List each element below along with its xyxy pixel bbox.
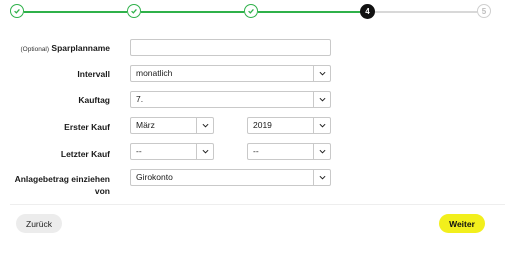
stepper-line-3 [258,11,361,13]
anlagebetrag-label-line1: Anlagebetrag einziehen [14,174,110,184]
anlagebetrag-label: Anlagebetrag einziehen von [15,173,110,197]
step-1-complete [10,4,24,18]
erster-kauf-year-select[interactable]: 2019 [247,117,331,134]
intervall-select[interactable]: monatlich [130,65,331,82]
stepper-line-4 [375,11,477,13]
kauftag-select[interactable]: 7. [130,91,331,108]
step-5-upcoming: 5 [477,4,491,18]
kauftag-label: Kauftag [78,95,110,105]
step-3-complete [244,4,258,18]
chevron-down-icon[interactable] [313,118,330,133]
check-icon [248,8,254,14]
letzter-kauf-label: Letzter Kauf [60,149,110,159]
anlagebetrag-label-line2: von [94,186,110,196]
step-2-complete [127,4,141,18]
letzter-kauf-month-select[interactable]: -- [130,143,214,160]
sparplanname-label-text: Sparplanname [51,43,110,53]
progress-stepper: 4 5 [0,0,515,26]
chevron-down-icon[interactable] [196,144,213,159]
check-icon [14,8,20,14]
letzter-kauf-year-value: -- [253,146,259,156]
letzter-kauf-year-select[interactable]: -- [247,143,331,160]
sparplanname-input[interactable] [130,39,331,56]
chevron-down-icon[interactable] [313,144,330,159]
stepper-line-1 [24,11,127,13]
sparplanname-label: (Optional) Sparplanname [21,42,111,56]
erster-kauf-month-value: März [136,120,155,130]
anlagebetrag-konto-select[interactable]: Girokonto [130,169,331,186]
anlagebetrag-value: Girokonto [136,172,173,182]
footer-divider [10,204,505,205]
chevron-down-icon[interactable] [313,66,330,81]
erster-kauf-year-value: 2019 [253,120,272,130]
chevron-down-icon[interactable] [196,118,213,133]
intervall-label: Intervall [77,69,110,79]
step-number: 4 [365,7,370,16]
step-4-current: 4 [360,4,375,19]
check-icon [131,8,137,14]
chevron-down-icon[interactable] [313,170,330,185]
step-number: 5 [481,6,487,16]
next-button[interactable]: Weiter [439,214,485,233]
chevron-down-icon[interactable] [313,92,330,107]
back-button[interactable]: Zurück [16,214,62,233]
letzter-kauf-month-value: -- [136,146,142,156]
erster-kauf-month-select[interactable]: März [130,117,214,134]
kauftag-value: 7. [136,94,144,104]
erster-kauf-label: Erster Kauf [64,122,110,132]
intervall-value: monatlich [136,68,173,78]
stepper-line-2 [141,11,244,13]
optional-hint: (Optional) [20,46,50,53]
